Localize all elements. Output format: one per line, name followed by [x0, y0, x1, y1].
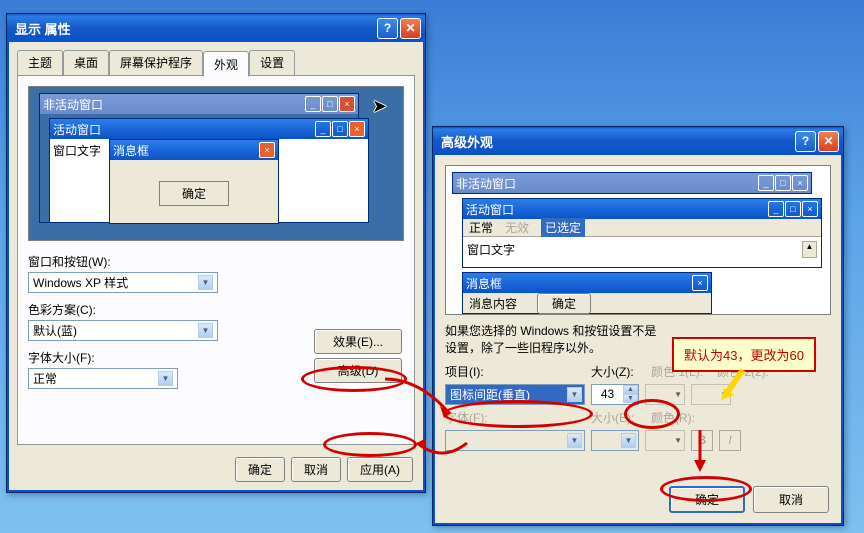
min-icon: _: [758, 175, 774, 191]
max-icon: □: [322, 96, 338, 112]
menu-normal: 正常: [469, 219, 493, 236]
preview-msgbox-title: 消息框: [113, 142, 149, 159]
tab-appearance[interactable]: 外观: [203, 51, 249, 77]
annotation-callout: 默认为43，更改为60: [672, 337, 816, 372]
display-properties-dialog: 显示 属性 ? ✕ 主题 桌面 屏幕保护程序 外观 设置 非活动窗口 _□× 活…: [6, 13, 426, 493]
titlebar[interactable]: 高级外观 ? ✕: [433, 127, 843, 155]
ok-button[interactable]: 确定: [669, 486, 745, 513]
cancel-button[interactable]: 取消: [291, 457, 341, 482]
advanced-appearance-dialog: 高级外观 ? ✕ 非活动窗口 _□× 活动窗口 _□× 正常 无效 已选: [432, 126, 844, 526]
label-windows-buttons: 窗口和按钮(W):: [28, 253, 404, 270]
preview-area: 非活动窗口 _□× 活动窗口 _□× 正常 无效 已选定 窗口文字 ▲: [445, 165, 831, 315]
dropdown-icon: ▼: [198, 323, 213, 338]
dropdown-icon: ▼: [158, 371, 173, 386]
min-icon: _: [315, 121, 331, 137]
fcolor-button: ▼: [645, 430, 685, 451]
preview-window-text: 窗口文字: [467, 241, 515, 258]
close-icon: ×: [349, 121, 365, 137]
max-icon: □: [785, 201, 801, 217]
close-icon: ×: [339, 96, 355, 112]
preview-msgbox-ok: 确定: [159, 181, 229, 206]
preview-inactive-window: 非活动窗口 _□×: [452, 172, 812, 194]
combo-color-scheme[interactable]: 默认(蓝)▼: [28, 320, 218, 341]
window-title: 高级外观: [437, 132, 795, 151]
label-fcolor: 颜色(R):: [651, 409, 695, 426]
combo-font: ▼: [445, 430, 585, 451]
tab-screensaver[interactable]: 屏幕保护程序: [109, 50, 203, 76]
bold-button: B: [691, 430, 713, 451]
menu-disabled: 无效: [505, 219, 529, 236]
italic-button: I: [719, 430, 741, 451]
dropdown-icon: ▼: [567, 433, 582, 448]
label-fsize: 大小(E):: [591, 409, 645, 426]
advanced-button[interactable]: 高级(D): [314, 358, 402, 383]
max-icon: □: [332, 121, 348, 137]
preview-window-text: 窗口文字: [53, 144, 101, 158]
apply-button[interactable]: 应用(A): [347, 457, 413, 482]
cancel-button[interactable]: 取消: [753, 486, 829, 513]
spinner-size[interactable]: 43 ▲▼: [591, 384, 639, 405]
max-icon: □: [775, 175, 791, 191]
combo-windows-buttons[interactable]: Windows XP 样式▼: [28, 272, 218, 293]
help-button[interactable]: ?: [377, 18, 398, 39]
ok-button[interactable]: 确定: [235, 457, 285, 482]
scrollbar-icon: ▲: [802, 241, 817, 258]
spin-down-icon[interactable]: ▼: [623, 394, 638, 403]
combo-fsize: ▼: [591, 430, 639, 451]
combo-font-size[interactable]: 正常▼: [28, 368, 178, 389]
label-font: 字体(F):: [445, 409, 585, 426]
close-icon: ×: [802, 201, 818, 217]
dropdown-icon: ▼: [621, 433, 636, 448]
help-button[interactable]: ?: [795, 131, 816, 152]
color2-button: ▼: [691, 384, 731, 405]
combo-item[interactable]: 图标间距(垂直)▼: [445, 384, 585, 405]
preview-active-title: 活动窗口: [53, 121, 101, 138]
titlebar[interactable]: 显示 属性 ? ✕: [7, 14, 425, 42]
close-icon: ×: [792, 175, 808, 191]
preview-active-window: 活动窗口 _□× 正常 无效 已选定 窗口文字 ▲: [462, 198, 822, 268]
menu-selected: 已选定: [541, 218, 585, 237]
close-button[interactable]: ✕: [400, 18, 421, 39]
preview-msgbox: 消息框 × 消息内容 确定: [462, 272, 712, 314]
label-color-scheme: 色彩方案(C):: [28, 301, 404, 318]
tab-desktop[interactable]: 桌面: [63, 50, 109, 76]
window-title: 显示 属性: [11, 19, 377, 38]
min-icon: _: [305, 96, 321, 112]
tab-strip: 主题 桌面 屏幕保护程序 外观 设置: [17, 50, 415, 76]
dropdown-icon: ▼: [198, 275, 213, 290]
appearance-panel: 非活动窗口 _□× 活动窗口 _□× 窗口文字 消息框 × 确定: [17, 75, 415, 445]
spin-up-icon[interactable]: ▲: [623, 385, 638, 394]
preview-msgbox: 消息框 × 确定: [109, 139, 279, 224]
tab-settings[interactable]: 设置: [249, 50, 295, 76]
color1-button: ▼: [645, 384, 685, 405]
preview-msgbox-ok: 确定: [537, 293, 591, 314]
label-item: 项目(I):: [445, 363, 585, 380]
effects-button[interactable]: 效果(E)...: [314, 329, 402, 354]
preview-area: 非活动窗口 _□× 活动窗口 _□× 窗口文字 消息框 × 确定: [28, 86, 404, 241]
min-icon: _: [768, 201, 784, 217]
tab-theme[interactable]: 主题: [17, 50, 63, 76]
label-size: 大小(Z):: [591, 363, 645, 380]
preview-inactive-title: 非活动窗口: [43, 96, 103, 113]
close-icon: ×: [692, 275, 708, 291]
preview-msg-text: 消息内容: [469, 295, 517, 312]
dropdown-icon: ▼: [567, 387, 582, 402]
close-button[interactable]: ✕: [818, 131, 839, 152]
close-icon: ×: [259, 142, 275, 158]
